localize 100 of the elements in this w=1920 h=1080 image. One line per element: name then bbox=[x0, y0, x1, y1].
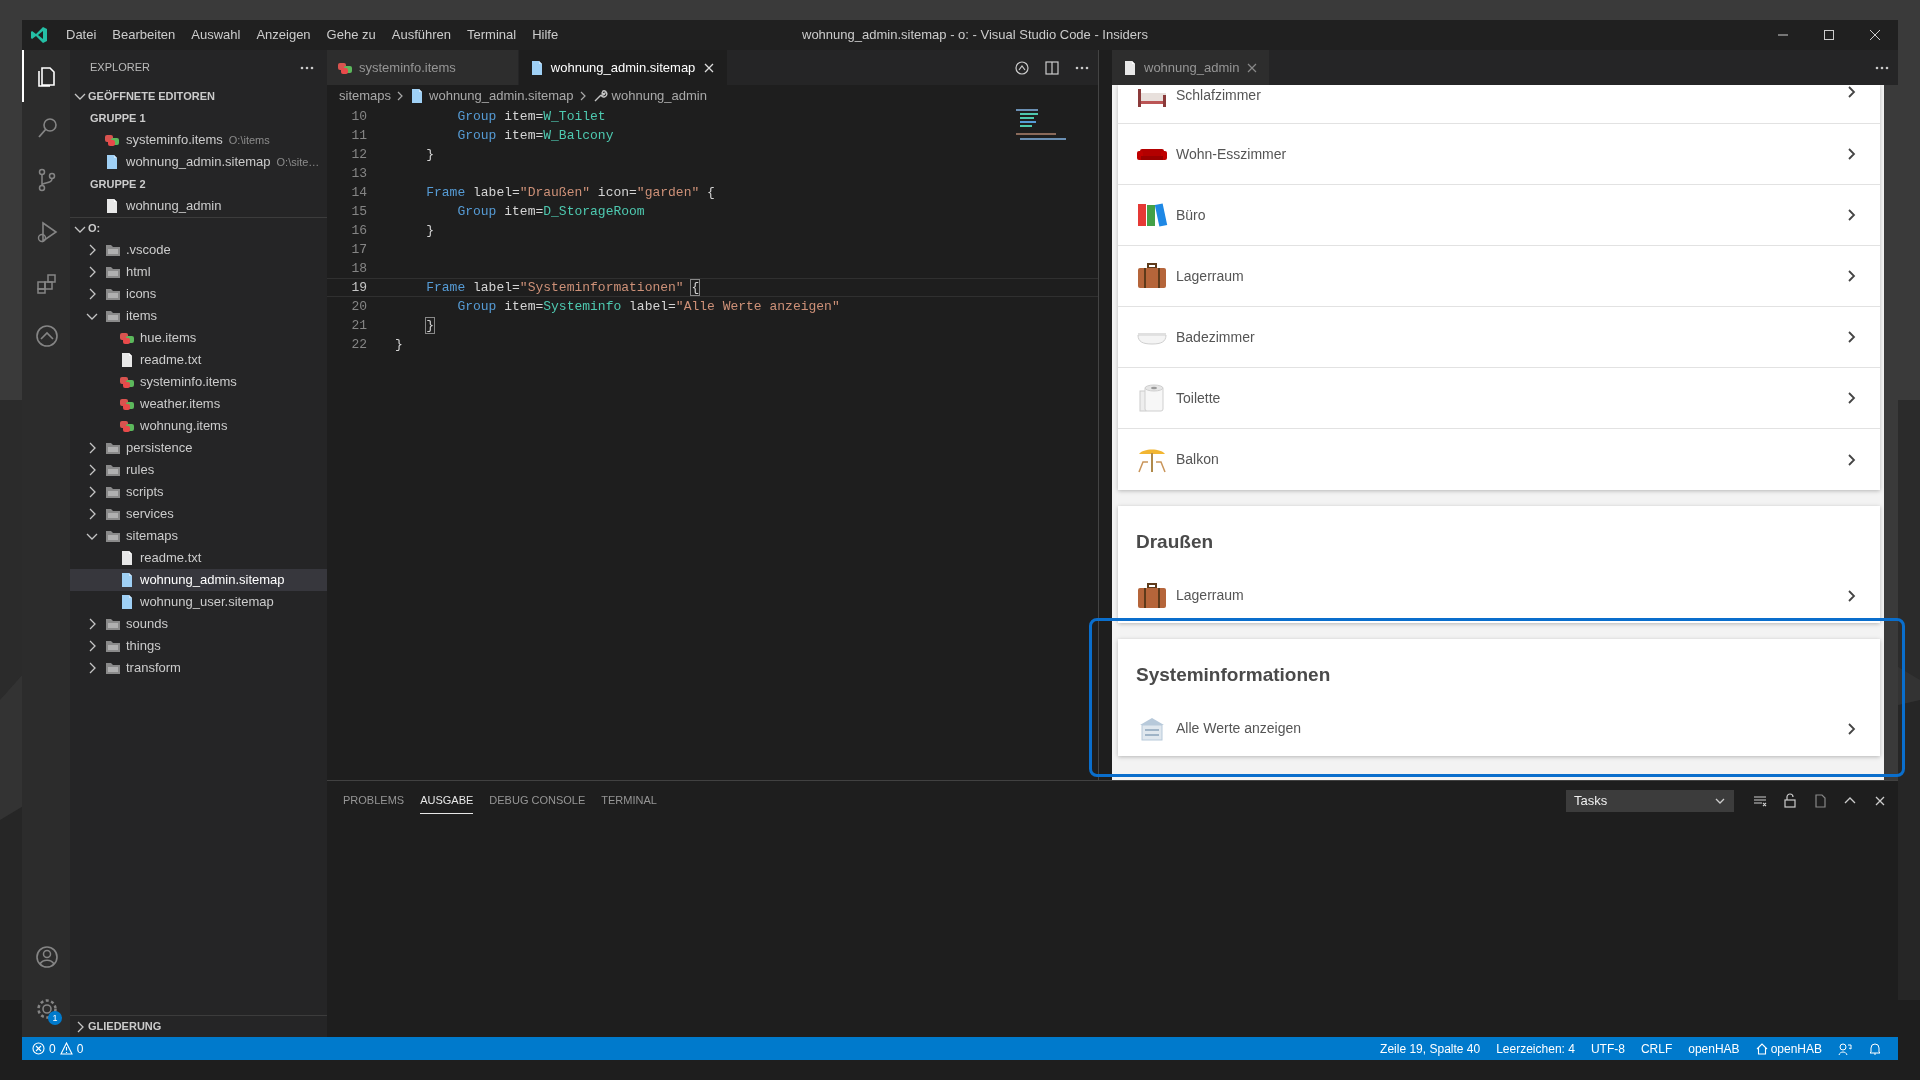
menu-item[interactable]: Anzeigen bbox=[248, 20, 319, 50]
error-count: 0 bbox=[49, 1040, 56, 1058]
panel-tab[interactable]: AUSGABE bbox=[420, 788, 474, 814]
folder-icon bbox=[105, 462, 121, 478]
bell-icon[interactable] bbox=[1868, 1041, 1882, 1056]
code-line: Group item=W_Balcony bbox=[456, 127, 614, 144]
room-row[interactable]: Büro bbox=[1118, 185, 1880, 246]
folder-icon bbox=[105, 308, 121, 324]
panel-tab[interactable]: TERMINAL bbox=[601, 788, 657, 814]
compare-icon[interactable] bbox=[1014, 59, 1030, 76]
cubes-icon bbox=[119, 418, 135, 434]
chevron-right-icon bbox=[1846, 452, 1858, 467]
problems-status[interactable]: 0 0 bbox=[32, 1039, 84, 1058]
openhab-icon bbox=[33, 322, 61, 350]
status-item[interactable]: openHAB bbox=[1688, 1039, 1740, 1058]
line-number: 10 bbox=[350, 107, 367, 126]
folder-icon bbox=[105, 484, 121, 500]
section-header[interactable]: GEÖFFNETE EDITOREN bbox=[70, 85, 327, 107]
menu-item[interactable]: Terminal bbox=[459, 20, 525, 50]
tree-item[interactable]: wohnung.items bbox=[70, 415, 327, 437]
code-line: Group item=D_StorageRoom bbox=[456, 203, 645, 220]
folder-icon bbox=[105, 616, 121, 632]
panel-tab[interactable]: PROBLEMS bbox=[343, 788, 405, 814]
line-number: 17 bbox=[350, 240, 367, 259]
folder-icon bbox=[105, 660, 121, 676]
tree-item[interactable]: systeminfo.items bbox=[70, 371, 327, 393]
file-icon bbox=[104, 154, 120, 170]
code-line: Group item=W_Toilet bbox=[456, 108, 606, 125]
tree-item[interactable]: things bbox=[70, 635, 327, 657]
tree-item[interactable]: items bbox=[70, 305, 327, 327]
status-item[interactable]: Zeile 19, Spalte 40 bbox=[1380, 1039, 1481, 1058]
menu-item[interactable]: Gehe zu bbox=[318, 20, 384, 50]
menu-item[interactable]: Bearbeiten bbox=[104, 20, 184, 50]
clear-output-icon[interactable] bbox=[1752, 793, 1768, 809]
scrollbar[interactable] bbox=[1884, 85, 1898, 780]
chevron-right-icon bbox=[1846, 147, 1858, 161]
breadcrumb-item[interactable]: wohnung_admin bbox=[611, 86, 707, 106]
breadcrumb-item[interactable]: sitemaps bbox=[339, 86, 392, 106]
room-row[interactable]: Lagerraum bbox=[1118, 568, 1880, 623]
status-item[interactable]: CRLF bbox=[1640, 1039, 1673, 1058]
output-dropdown[interactable]: Tasks bbox=[1566, 790, 1734, 812]
tree-item[interactable]: persistence bbox=[70, 437, 327, 459]
lock-icon[interactable] bbox=[1782, 793, 1798, 809]
status-item[interactable]: openHAB bbox=[1755, 1039, 1822, 1058]
section-header[interactable]: O: bbox=[70, 217, 327, 239]
status-item[interactable]: UTF-8 bbox=[1590, 1039, 1625, 1058]
code-line: } bbox=[425, 222, 434, 239]
file-icon bbox=[119, 352, 135, 368]
menu-item[interactable]: Hilfe bbox=[524, 20, 567, 50]
room-row[interactable]: Wohn-Esszimmer bbox=[1118, 124, 1880, 185]
file-icon bbox=[119, 594, 135, 610]
room-row[interactable]: Schlafzimmer bbox=[1118, 85, 1880, 124]
room-row[interactable]: Alle Werte anzeigen bbox=[1118, 701, 1880, 756]
tree-item[interactable]: wohnung_admin.sitemap bbox=[70, 569, 327, 591]
breadcrumb-item[interactable]: wohnung_admin.sitemap bbox=[429, 86, 574, 106]
file-icon bbox=[1122, 59, 1138, 76]
cubes-icon bbox=[119, 330, 135, 346]
group-label: GRUPPE 2 bbox=[89, 176, 147, 192]
room-row[interactable]: Badezimmer bbox=[1118, 307, 1880, 368]
tree-item[interactable]: wohnung_user.sitemap bbox=[70, 591, 327, 613]
tree-item[interactable]: .vscode bbox=[70, 239, 327, 261]
open-editor-item[interactable]: systeminfo.items O:\items bbox=[70, 129, 327, 151]
code-line: } bbox=[395, 336, 403, 353]
tree-item[interactable]: weather.items bbox=[70, 393, 327, 415]
account-icon bbox=[33, 943, 61, 971]
room-row[interactable]: Lagerraum bbox=[1118, 246, 1880, 307]
tree-item[interactable]: readme.txt bbox=[70, 349, 327, 371]
feedback-icon[interactable] bbox=[1838, 1041, 1852, 1056]
split-editor-icon[interactable] bbox=[1044, 59, 1060, 76]
open-editor-item[interactable]: wohnung_admin bbox=[70, 195, 327, 217]
status-item[interactable]: Leerzeichen: 4 bbox=[1496, 1039, 1575, 1058]
tree-item[interactable]: scripts bbox=[70, 481, 327, 503]
menu-item[interactable]: Ausführen bbox=[383, 20, 460, 50]
tree-item[interactable]: sitemaps bbox=[70, 525, 327, 547]
menu-item[interactable]: Auswahl bbox=[183, 20, 249, 50]
tree-item[interactable]: rules bbox=[70, 459, 327, 481]
tree-item[interactable]: readme.txt bbox=[70, 547, 327, 569]
open-editor-item[interactable]: wohnung_admin.sitemap O:\site… bbox=[70, 151, 327, 173]
panel-tab[interactable]: DEBUG CONSOLE bbox=[489, 788, 586, 814]
activity-button[interactable]: 1 bbox=[22, 983, 70, 1035]
sidebar-title: EXPLORER bbox=[90, 60, 150, 76]
line-number: 22 bbox=[350, 335, 367, 354]
tree-item[interactable]: icons bbox=[70, 283, 327, 305]
menu-item[interactable]: Datei bbox=[58, 20, 105, 50]
line-number: 15 bbox=[350, 202, 367, 221]
room-row[interactable]: Toilette bbox=[1118, 368, 1880, 429]
tree-item[interactable]: hue.items bbox=[70, 327, 327, 349]
editor-tab[interactable]: wohnung_admin.sitemap bbox=[518, 50, 729, 85]
tree-item[interactable]: transform bbox=[70, 657, 327, 679]
tree-item[interactable]: sounds bbox=[70, 613, 327, 635]
preview-tab[interactable]: wohnung_admin bbox=[1112, 50, 1270, 85]
line-number: 21 bbox=[350, 316, 367, 335]
tree-item[interactable]: services bbox=[70, 503, 327, 525]
chevron-right-icon bbox=[1846, 269, 1858, 283]
folder-icon bbox=[105, 286, 121, 302]
editor-tab[interactable]: systeminfo.items bbox=[327, 50, 519, 85]
tree-item[interactable]: html bbox=[70, 261, 327, 283]
room-row[interactable]: Balkon bbox=[1118, 429, 1880, 490]
cubes-icon bbox=[119, 374, 135, 390]
window-title: wohnung_admin.sitemap - o: - Visual Studio Code - Insiders bbox=[802, 26, 1148, 45]
